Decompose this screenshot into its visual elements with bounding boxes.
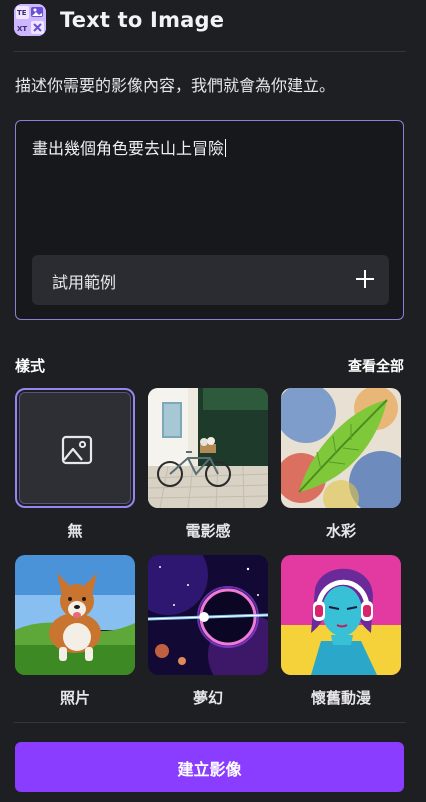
cosmic-planet-thumbnail	[148, 555, 268, 675]
try-examples-label: 試用範例	[52, 273, 117, 292]
style-label: 照片	[59, 689, 90, 707]
styles-heading: 樣式	[15, 357, 46, 375]
prompt-input-value[interactable]: 畫出幾個角色要去山上冒險	[32, 135, 227, 159]
text-to-image-app-icon: TE XT	[14, 4, 46, 36]
view-all-link[interactable]: 查看全部	[348, 356, 404, 376]
retro-anime-thumbnail	[281, 555, 401, 675]
footer-divider	[14, 722, 406, 723]
style-label: 電影感	[185, 522, 231, 540]
plus-icon	[355, 269, 375, 289]
prompt-text: 畫出幾個角色要去山上冒險	[32, 139, 225, 158]
svg-text:TE: TE	[17, 9, 27, 17]
style-label: 夢幻	[192, 689, 223, 707]
style-label: 懷舊動漫	[310, 689, 371, 707]
corgi-photo-thumbnail	[15, 555, 135, 675]
try-examples-button[interactable]: 試用範例	[32, 255, 389, 305]
watercolor-leaf-thumbnail	[281, 388, 401, 508]
create-image-button[interactable]: 建立影像	[15, 742, 404, 792]
header: TE XT Text to Image	[0, 0, 426, 46]
image-placeholder-icon	[61, 435, 93, 465]
prompt-textarea[interactable]: 畫出幾個角色要去山上冒險 試用範例	[15, 120, 404, 320]
style-thumbnail-none	[15, 388, 135, 508]
header-divider	[14, 51, 406, 52]
style-label: 無	[67, 522, 83, 540]
create-image-label: 建立影像	[177, 760, 242, 779]
svg-text:XT: XT	[17, 25, 27, 33]
text-caret	[225, 139, 227, 157]
bicycle-street-thumbnail	[148, 388, 268, 508]
instruction-text: 描述你需要的影像內容，我們就會為你建立。	[15, 76, 336, 95]
style-label: 水彩	[325, 522, 356, 540]
app-title: Text to Image	[60, 8, 225, 32]
